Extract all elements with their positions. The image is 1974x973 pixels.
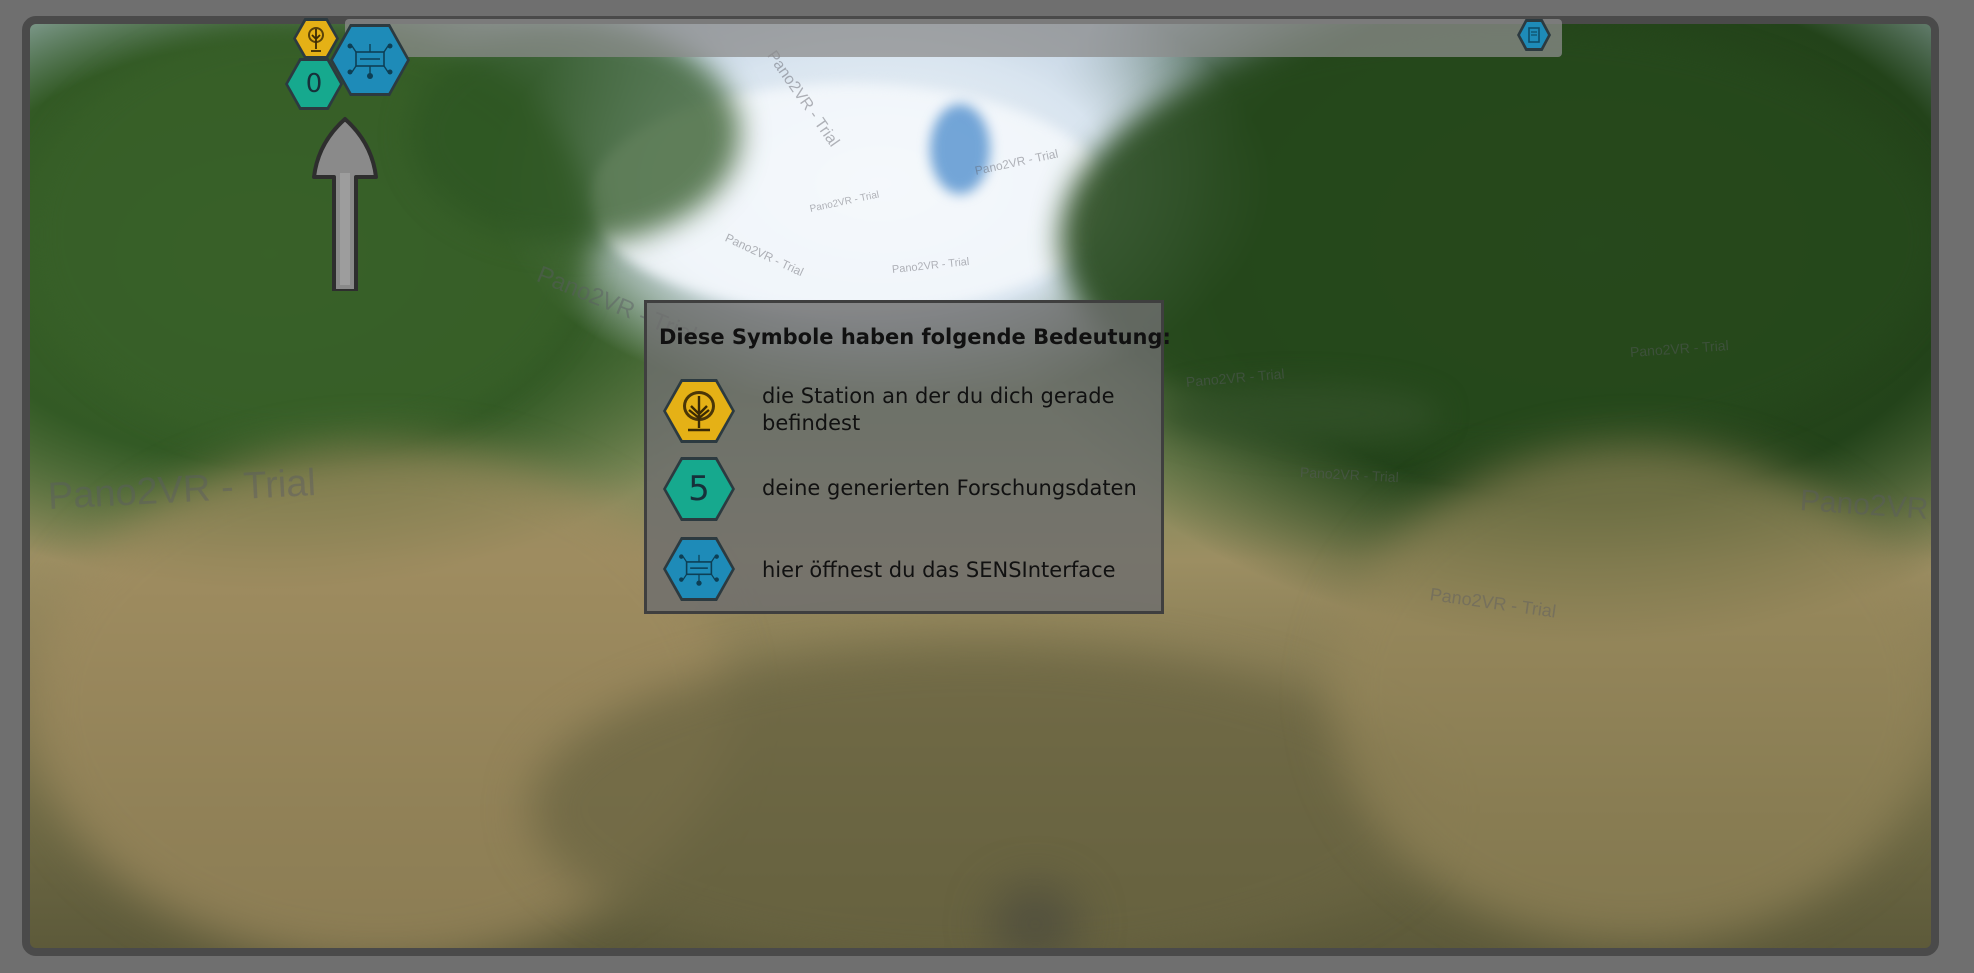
legend-data-icon-badge: 5 bbox=[663, 457, 735, 521]
sens-interface-icon bbox=[666, 540, 732, 598]
arrow-up-icon[interactable] bbox=[310, 115, 380, 291]
data-counter-value: 0 bbox=[305, 69, 323, 99]
legend-panel: Diese Symbole haben folgende Bedeutung: … bbox=[644, 300, 1171, 614]
legend-interface-icon-badge bbox=[663, 537, 735, 601]
watermark: Pano2VR - Trial bbox=[1299, 464, 1400, 486]
meadow-center bbox=[530, 644, 1430, 948]
sens-interface-icon bbox=[333, 27, 407, 93]
tree-icon bbox=[296, 21, 336, 56]
legend-title: Diese Symbole haben folgende Bedeutung: bbox=[659, 325, 1171, 349]
document-icon bbox=[1520, 22, 1548, 48]
sky-blue-patch bbox=[930, 104, 990, 194]
data-counter-icon: 5 bbox=[666, 460, 732, 518]
tree-left-top bbox=[410, 24, 740, 244]
tripod-shadow bbox=[990, 884, 1080, 948]
legend-data-text: deine generierten Forschungsdaten bbox=[762, 476, 1137, 500]
data-counter-icon: 0 bbox=[288, 61, 340, 107]
legend-station-text: die Station an der du dich gerade befind… bbox=[762, 384, 1115, 435]
tree-icon bbox=[666, 382, 732, 440]
legend-interface-text: hier öffnest du das SENSInterface bbox=[762, 558, 1116, 582]
legend-data-value: 5 bbox=[688, 469, 710, 509]
legend-station-icon-badge bbox=[663, 379, 735, 443]
treeline-center bbox=[1160, 384, 1440, 444]
top-toolbar bbox=[345, 19, 1562, 57]
